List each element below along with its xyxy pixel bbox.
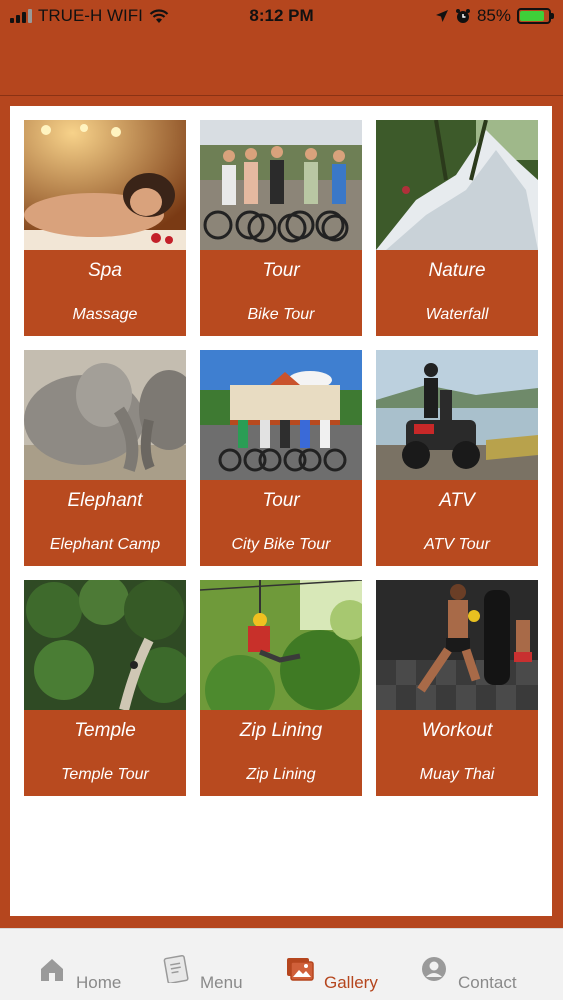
battery-icon — [517, 8, 554, 24]
gallery-card-spa[interactable]: Spa Massage — [24, 120, 186, 336]
card-subtitle: Zip Lining — [246, 766, 316, 783]
menu-icon — [163, 955, 189, 983]
card-subtitle: City Bike Tour — [231, 536, 331, 553]
gallery-card-bike-tour[interactable]: Tour Bike Tour — [200, 120, 362, 336]
location-arrow-icon — [435, 10, 448, 22]
zip-lining-photo — [200, 580, 362, 710]
contact-icon — [422, 957, 446, 981]
card-title: Zip Lining — [239, 720, 323, 741]
gallery-grid: Spa Massage Tour Bike Tour Nature Waterf… — [10, 106, 552, 916]
card-subtitle: ATV Tour — [424, 536, 490, 553]
card-title: Nature — [428, 260, 486, 281]
tab-home[interactable]: Home — [38, 947, 121, 997]
card-title: Workout — [421, 720, 493, 741]
card-subtitle: Muay Thai — [419, 766, 495, 783]
card-subtitle: Elephant Camp — [49, 536, 161, 553]
gallery-card-city-bike-tour[interactable]: Tour City Bike Tour — [200, 350, 362, 566]
card-title: Temple — [74, 720, 136, 741]
gallery-card-elephant[interactable]: Elephant Elephant Camp — [24, 350, 186, 566]
card-title: ATV — [439, 490, 475, 511]
bike-tour-photo — [200, 120, 362, 250]
header-bar — [0, 34, 563, 96]
gallery-card-muay-thai[interactable]: Workout Muay Thai — [376, 580, 538, 796]
waterfall-photo — [376, 120, 538, 250]
tab-menu[interactable]: Menu — [162, 947, 243, 997]
tab-bar: Home Menu Gallery Contact — [0, 928, 563, 1000]
card-subtitle: Bike Tour — [247, 306, 315, 323]
card-title: Elephant — [67, 490, 143, 511]
atv-photo — [376, 350, 538, 480]
tab-label: Home — [76, 973, 122, 992]
gallery-icon — [287, 958, 314, 981]
tab-contact[interactable]: Contact — [420, 947, 517, 997]
card-title: Tour — [262, 490, 300, 511]
elephant-photo — [24, 350, 186, 480]
city-bike-tour-photo — [200, 350, 362, 480]
card-subtitle: Temple Tour — [61, 766, 149, 783]
status-bar: TRUE-H WIFI 8:12 PM 85% — [0, 0, 563, 34]
gallery-card-waterfall[interactable]: Nature Waterfall — [376, 120, 538, 336]
tab-label: Menu — [200, 973, 243, 992]
tab-label: Gallery — [324, 973, 378, 992]
battery-percent: 85% — [476, 6, 511, 25]
muay-thai-photo — [376, 580, 538, 710]
tab-label: Contact — [458, 973, 517, 992]
alarm-icon — [455, 9, 470, 23]
temple-photo — [24, 580, 186, 710]
card-subtitle: Waterfall — [425, 306, 489, 323]
gallery-card-atv[interactable]: ATV ATV Tour — [376, 350, 538, 566]
gallery-card-zip-lining[interactable]: Zip Lining Zip Lining — [200, 580, 362, 796]
home-icon — [41, 959, 63, 981]
gallery-card-temple[interactable]: Temple Temple Tour — [24, 580, 186, 796]
card-subtitle: Massage — [72, 306, 138, 323]
card-title: Spa — [88, 260, 122, 281]
card-title: Tour — [262, 260, 300, 281]
spa-photo — [24, 120, 186, 250]
tab-gallery[interactable]: Gallery — [286, 947, 378, 997]
status-right: 85% — [435, 6, 554, 26]
